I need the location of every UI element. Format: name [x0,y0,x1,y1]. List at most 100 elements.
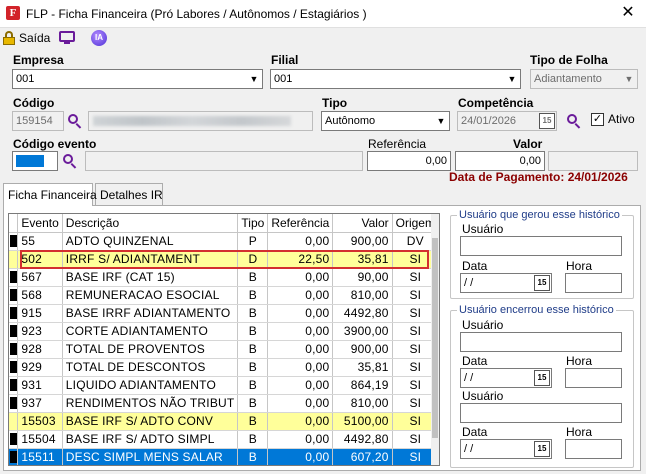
valor-field[interactable]: 0,00 [455,151,545,171]
encerrou-hora-label: Hora [566,354,593,368]
cell-evento: 567 [17,268,63,287]
column-header[interactable]: Referência [267,214,334,233]
search-icon[interactable] [62,153,78,169]
codigo-value: 159154 [16,115,53,127]
cell-valor: 3900,00 [332,322,393,341]
table-row[interactable]: 15503 BASE IRF S/ ADTO CONV B 0,00 5100,00 SI [9,412,439,431]
cell-valor: 4492,80 [332,430,393,449]
cell-referencia: 0,00 [267,412,334,431]
table-row[interactable]: 568 REMUNERACAO ESOCIAL B 0,00 810,00 SI [9,286,439,305]
gerou-hora-field[interactable] [565,273,622,293]
cell-evento: 15503 [17,412,63,431]
referencia-value: 0,00 [425,155,447,167]
table-row[interactable]: 915 BASE IRRF ADIANTAMENTO B 0,00 4492,80 SI [9,304,439,323]
redacted-name [93,116,291,126]
calendar-icon[interactable]: 15 [534,441,550,457]
close-icon[interactable]: ✕ [620,4,636,22]
chevron-down-icon[interactable]: ▼ [246,70,262,88]
calendar-icon[interactable]: 15 [539,113,555,129]
encerrou-usuario2-label: Usuário [462,389,504,403]
cell-referencia: 0,00 [267,268,334,287]
gerou-usuario-field[interactable] [460,236,622,256]
encerrou-usuario-field[interactable] [460,332,622,352]
ativo-checkbox[interactable]: ✓ [591,113,604,126]
cell-tipo: B [237,286,269,305]
column-header[interactable]: Evento [17,214,63,233]
saida-button[interactable]: Saída [3,28,50,48]
cell-valor: 5100,00 [332,412,393,431]
table-row[interactable]: 929 TOTAL DE DESCONTOS B 0,00 35,81 SI [9,358,439,377]
competencia-field[interactable]: 24/01/2026 15 [457,111,557,131]
scroll-thumb[interactable] [432,238,438,438]
table-row[interactable]: 567 BASE IRF (CAT 15) B 0,00 90,00 SI [9,268,439,287]
cell-tipo: B [237,358,269,377]
encerrou-data-field[interactable]: / / 15 [460,368,552,388]
cell-referencia: 0,00 [267,376,334,395]
row-indicator-icon [9,379,17,391]
codigo-evento-label: Código evento [13,137,97,151]
monitor-button[interactable] [59,28,75,48]
gerou-title: Usuário que gerou esse histórico [459,209,620,221]
empresa-select[interactable]: 001 ▼ [12,69,263,89]
cell-evento: 923 [17,322,63,341]
row-indicator [9,394,19,413]
referencia-label: Referência [368,137,427,151]
column-header[interactable]: Descrição [62,214,239,233]
valor-label: Valor [513,137,543,151]
cell-referencia: 0,00 [267,358,334,377]
cell-descricao: TOTAL DE DESCONTOS [62,358,239,377]
referencia-field[interactable]: 0,00 [367,151,451,171]
encerrou-data2-value: / / [464,443,474,455]
cell-tipo: B [237,340,269,359]
row-indicator [9,448,19,465]
encerrou-data2-label: Data [462,425,488,439]
table-row[interactable]: 502 IRRF S/ ADIANTAMENT D 22,50 35,81 SI [9,250,439,269]
cell-referencia: 0,00 [267,448,334,465]
tipo-select[interactable]: Autônomo ▼ [321,111,450,131]
encerrou-hora2-field[interactable] [565,439,622,459]
codigo-evento-field[interactable] [12,151,58,171]
encerrou-hora-field[interactable] [565,368,622,388]
row-indicator [9,304,19,323]
cell-evento: 928 [17,340,63,359]
table-row[interactable]: 928 TOTAL DE PROVENTOS B 0,00 900,00 SI [9,340,439,359]
row-indicator-icon [9,307,17,319]
chevron-down-icon[interactable]: ▼ [433,112,449,130]
tipo-folha-value: Adiantamento [534,73,602,85]
events-grid[interactable]: Evento Descrição Tipo Referência Valor O… [8,213,440,466]
table-row[interactable]: 931 LIQUIDO ADIANTAMENTO B 0,00 864,19 SI [9,376,439,395]
search-icon[interactable] [67,113,83,129]
table-row[interactable]: 15511 DESC SIMPL MENS SALAR B 0,00 607,20 SI [9,448,439,465]
cell-evento: 931 [17,376,63,395]
cell-tipo: B [237,322,269,341]
row-indicator [9,322,19,341]
grid-scrollbar[interactable] [431,214,439,465]
cell-valor: 900,00 [332,340,393,359]
column-header[interactable]: Tipo [237,214,269,233]
cell-descricao: BASE IRF S/ ADTO CONV [62,412,239,431]
column-header[interactable]: Valor [332,214,393,233]
table-row[interactable]: 15504 BASE IRF S/ ADTO SIMPL B 0,00 4492,80 S… [9,430,439,449]
filial-select[interactable]: 001 ▼ [270,69,521,89]
tab-detalhes-ir[interactable]: Detalhes IR [95,183,163,205]
table-row[interactable]: 55 ADTO QUINZENAL P 0,00 900,00 DV [9,232,439,251]
ativo-label: Ativo [608,112,635,126]
gerou-data-label: Data [462,259,488,273]
calendar-icon[interactable]: 15 [534,275,550,291]
codigo-field[interactable]: 159154 [12,111,64,131]
ia-button[interactable]: IA [91,28,107,48]
encerrou-data2-field[interactable]: / / 15 [460,439,552,459]
cell-descricao: DESC SIMPL MENS SALAR [62,448,239,465]
search-icon[interactable] [566,113,582,129]
row-indicator [9,268,19,287]
cell-descricao: BASE IRRF ADIANTAMENTO [62,304,239,323]
row-indicator-icon [9,361,17,373]
tab-ficha-financeira[interactable]: Ficha Financeira [3,183,97,206]
table-row[interactable]: 937 RENDIMENTOS NÃO TRIBUT B 0,00 810,00 SI [9,394,439,413]
encerrou-usuario2-field[interactable] [460,403,622,423]
calendar-icon[interactable]: 15 [534,370,550,386]
cell-tipo: P [237,232,269,251]
gerou-data-field[interactable]: / / 15 [460,273,552,293]
table-row[interactable]: 923 CORTE ADIANTAMENTO B 0,00 3900,00 SI [9,322,439,341]
chevron-down-icon[interactable]: ▼ [504,70,520,88]
